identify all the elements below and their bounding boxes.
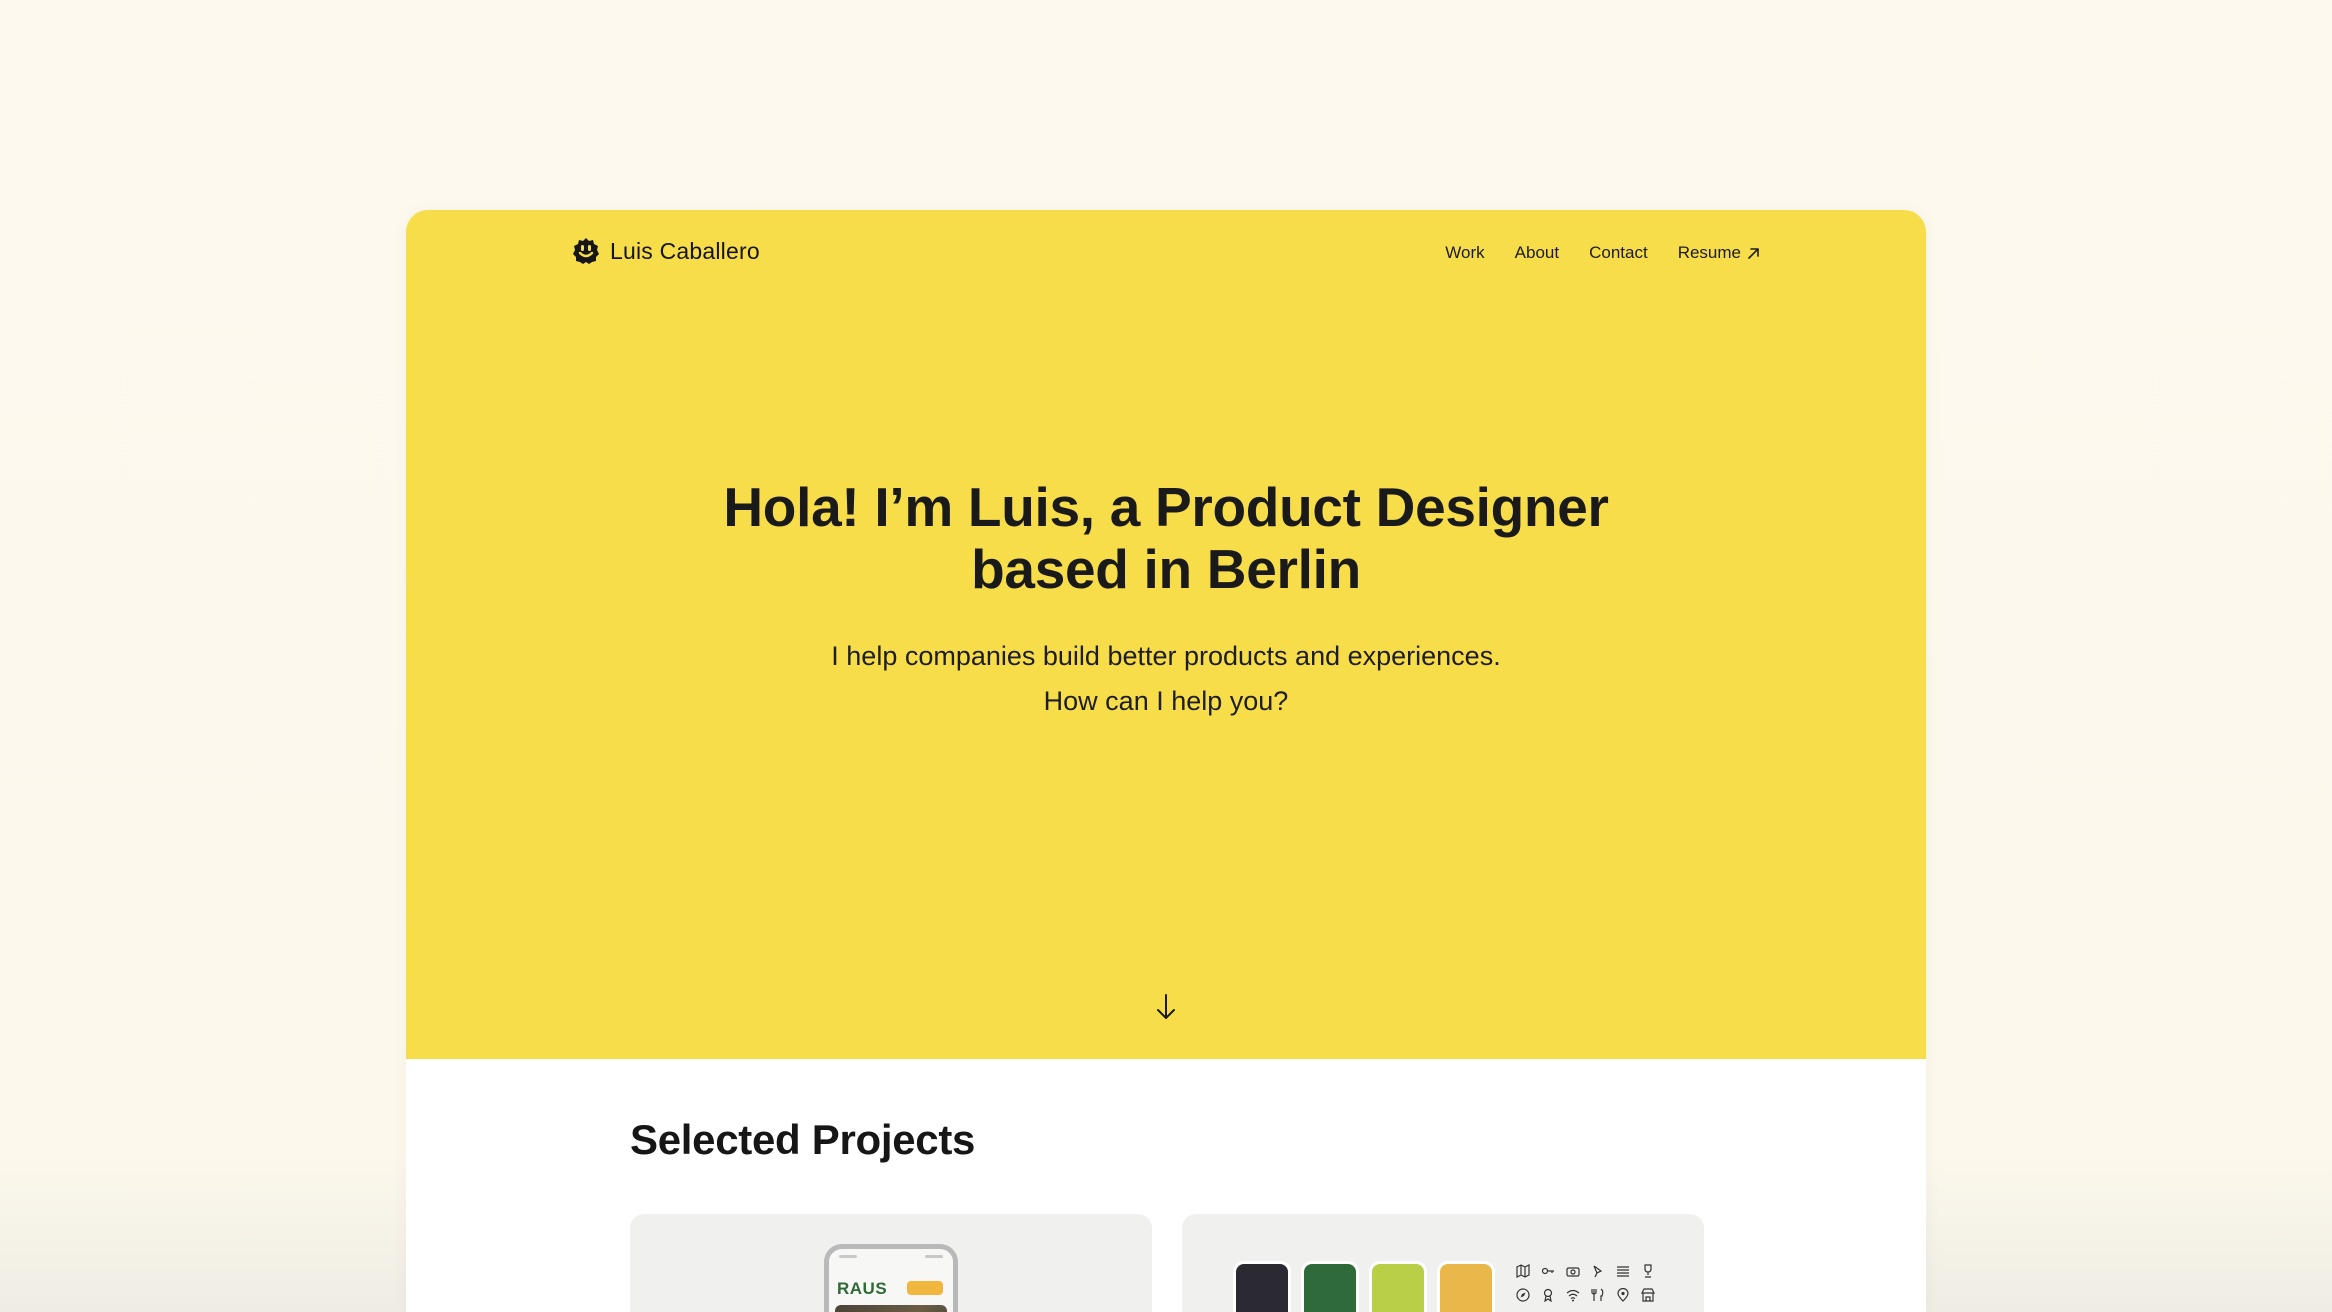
- nav-link-about-label: About: [1514, 243, 1560, 262]
- hero-subline-line2: How can I help you?: [1043, 686, 1289, 716]
- hero-section: Luis Caballero Work About Contact Resume…: [406, 210, 1926, 1059]
- phone-mockup: RAUS: [824, 1244, 958, 1312]
- top-nav: Luis Caballero Work About Contact Resume: [406, 210, 1926, 300]
- phone-hero-image: [835, 1305, 947, 1312]
- award-icon: [1541, 1288, 1555, 1302]
- hero-headline: Hola! I’m Luis, a Product Designer based…: [406, 476, 1926, 600]
- raus-badge: [907, 1281, 943, 1295]
- hero-headline-line2: based in Berlin: [971, 538, 1361, 600]
- store-icon: [1641, 1288, 1655, 1302]
- color-swatch-yellow: [1440, 1264, 1492, 1312]
- nav-link-resume[interactable]: Resume: [1678, 243, 1760, 263]
- brand-home-link[interactable]: Luis Caballero: [572, 237, 760, 265]
- icon-set-preview: [1516, 1264, 1666, 1302]
- compass-icon: [1516, 1288, 1530, 1302]
- arrow-down-icon[interactable]: [1154, 992, 1178, 1022]
- color-swatch-lime: [1372, 1264, 1424, 1312]
- phone-status-bar: [839, 1255, 943, 1263]
- selected-projects-heading: Selected Projects: [630, 1116, 976, 1163]
- trophy-icon: [1641, 1264, 1655, 1278]
- hero-headline-line1: Hola! I’m Luis, a Product Designer: [723, 476, 1609, 538]
- main-menu: Work About Contact Resume: [1445, 243, 1760, 263]
- brush-icon: [1591, 1264, 1605, 1278]
- nav-link-contact[interactable]: Contact: [1589, 243, 1648, 263]
- list-icon: [1616, 1264, 1630, 1278]
- arrow-up-right-icon: [1748, 247, 1759, 259]
- nav-link-resume-label: Resume: [1677, 243, 1741, 262]
- page: Luis Caballero Work About Contact Resume…: [0, 0, 2332, 1312]
- wifi-icon: [1566, 1288, 1580, 1302]
- fork-knife-icon: [1591, 1288, 1605, 1302]
- project-card-raus[interactable]: RAUS: [630, 1214, 1152, 1312]
- hero-subline-line1: I help companies build better products a…: [831, 641, 1501, 671]
- smiley-face-icon: [573, 238, 599, 264]
- project-card-design-system[interactable]: [1182, 1214, 1704, 1312]
- camera-icon: [1566, 1264, 1580, 1278]
- website-frame: Luis Caballero Work About Contact Resume…: [406, 210, 1926, 1312]
- nav-link-work[interactable]: Work: [1445, 243, 1484, 263]
- map-icon: [1516, 1264, 1530, 1278]
- color-swatch-green: [1304, 1264, 1356, 1312]
- nav-link-work-label: Work: [1445, 243, 1485, 262]
- brand-name: Luis Caballero: [610, 237, 760, 264]
- nav-link-contact-label: Contact: [1589, 243, 1648, 262]
- color-swatch-dark: [1236, 1264, 1288, 1312]
- key-icon: [1541, 1264, 1555, 1278]
- hero-subline: I help companies build better products a…: [406, 634, 1926, 724]
- location-pin-icon: [1616, 1288, 1630, 1302]
- nav-link-about[interactable]: About: [1515, 243, 1559, 263]
- raus-logo-text: RAUS: [837, 1279, 888, 1298]
